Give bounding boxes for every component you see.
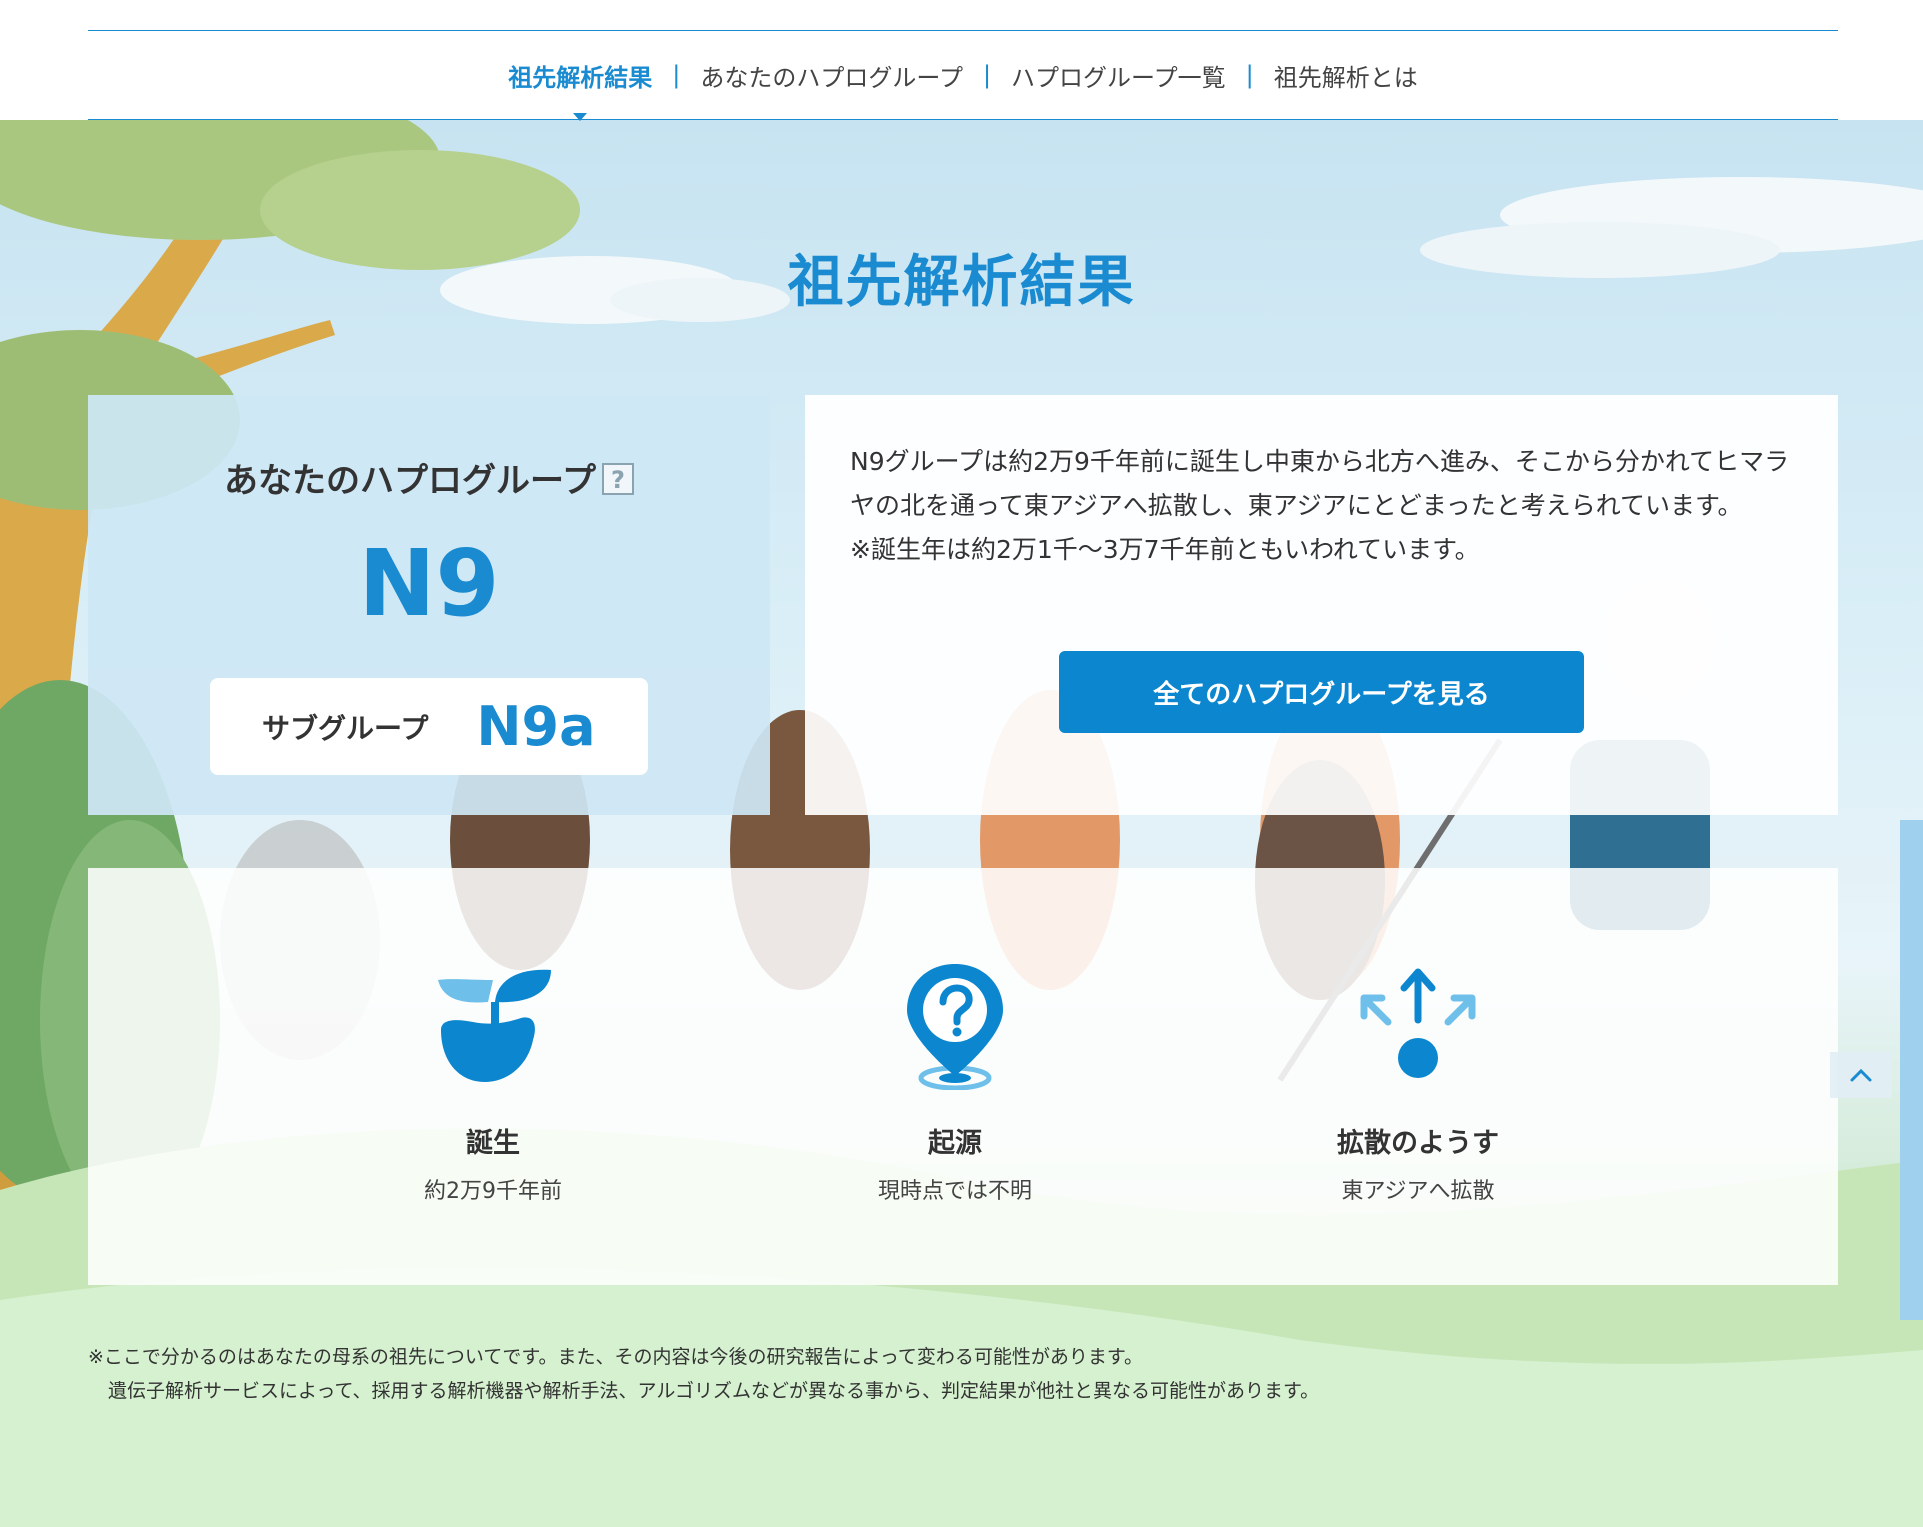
nav-separator: | xyxy=(982,61,992,89)
top-nav: 祖先解析結果 | あなたのハプログループ | ハプログループ一覧 | 祖先解析と… xyxy=(88,30,1838,121)
info-panel: 誕生 約2万9千年前 起源 現時点では不明 拡散のようす 東アジアへ拡散 xyxy=(88,868,1838,1285)
info-birth-value: 約2万9千年前 xyxy=(424,1179,562,1204)
haplogroup-card: あなたのハプログループ? N9 サブグループ N9a xyxy=(88,395,770,815)
haplogroup-label-row: あなたのハプログループ? xyxy=(88,453,770,502)
description-text: N9グループは約2万9千年前に誕生し中東から北方へ進み、そこから分かれてヒマラヤ… xyxy=(850,447,1790,520)
description-note: ※誕生年は約2万1千〜3万7千年前ともいわれています。 xyxy=(850,535,1480,564)
location-question-icon xyxy=(907,964,1003,1090)
background-illustration xyxy=(0,120,1923,1527)
nav-separator: | xyxy=(1245,61,1254,89)
view-all-haplogroups-button[interactable]: 全てのハプログループを見る xyxy=(1059,651,1584,733)
chevron-up-icon xyxy=(1850,1068,1872,1082)
info-origin-title: 起源 xyxy=(928,1128,982,1159)
subgroup-code: N9a xyxy=(476,695,596,758)
nav-item-your-haplogroup[interactable]: あなたのハプログループ xyxy=(680,58,983,93)
info-spread-value: 東アジアへ拡散 xyxy=(1341,1179,1495,1204)
subgroup-box: サブグループ N9a xyxy=(210,678,648,775)
subgroup-label: サブグループ xyxy=(262,711,429,745)
info-birth-title: 誕生 xyxy=(466,1128,520,1159)
description-card: N9グループは約2万9千年前に誕生し中東から北方へ進み、そこから分かれてヒマラヤ… xyxy=(805,395,1838,815)
help-icon[interactable]: ? xyxy=(601,463,634,495)
haplogroup-code: N9 xyxy=(358,530,500,637)
description-text-block: N9グループは約2万9千年前に誕生し中東から北方へ進み、そこから分かれてヒマラヤ… xyxy=(850,440,1800,572)
footnote-line-2: 遺伝子解析サービスによって、採用する解析機器や解析手法、アルゴリズムなどが異なる… xyxy=(108,1380,1320,1402)
nav-separator: | xyxy=(672,61,681,89)
scroll-to-top-button[interactable] xyxy=(1830,1052,1892,1098)
info-spread-title: 拡散のようす xyxy=(1337,1128,1499,1159)
nav-item-results[interactable]: 祖先解析結果 xyxy=(488,58,672,121)
sprout-icon xyxy=(438,969,551,1082)
nav-item-haplogroup-list[interactable]: ハプログループ一覧 xyxy=(991,58,1246,93)
info-origin-value: 現時点では不明 xyxy=(877,1179,1032,1204)
footnotes: ※ここで分かるのはあなたの母系の祖先についてです。また、その内容は今後の研究報告… xyxy=(88,1340,1788,1408)
footnote-line-1: ※ここで分かるのはあなたの母系の祖先についてです。また、その内容は今後の研究報告… xyxy=(88,1346,1144,1368)
nav-item-about-ancestry[interactable]: 祖先解析とは xyxy=(1254,58,1438,93)
evolution-scene-illustration xyxy=(0,120,1923,1527)
spread-arrows-icon xyxy=(1360,968,1476,1078)
page-title: 祖先解析結果 xyxy=(787,250,1136,315)
haplogroup-label: あなたのハプログループ xyxy=(224,461,596,501)
